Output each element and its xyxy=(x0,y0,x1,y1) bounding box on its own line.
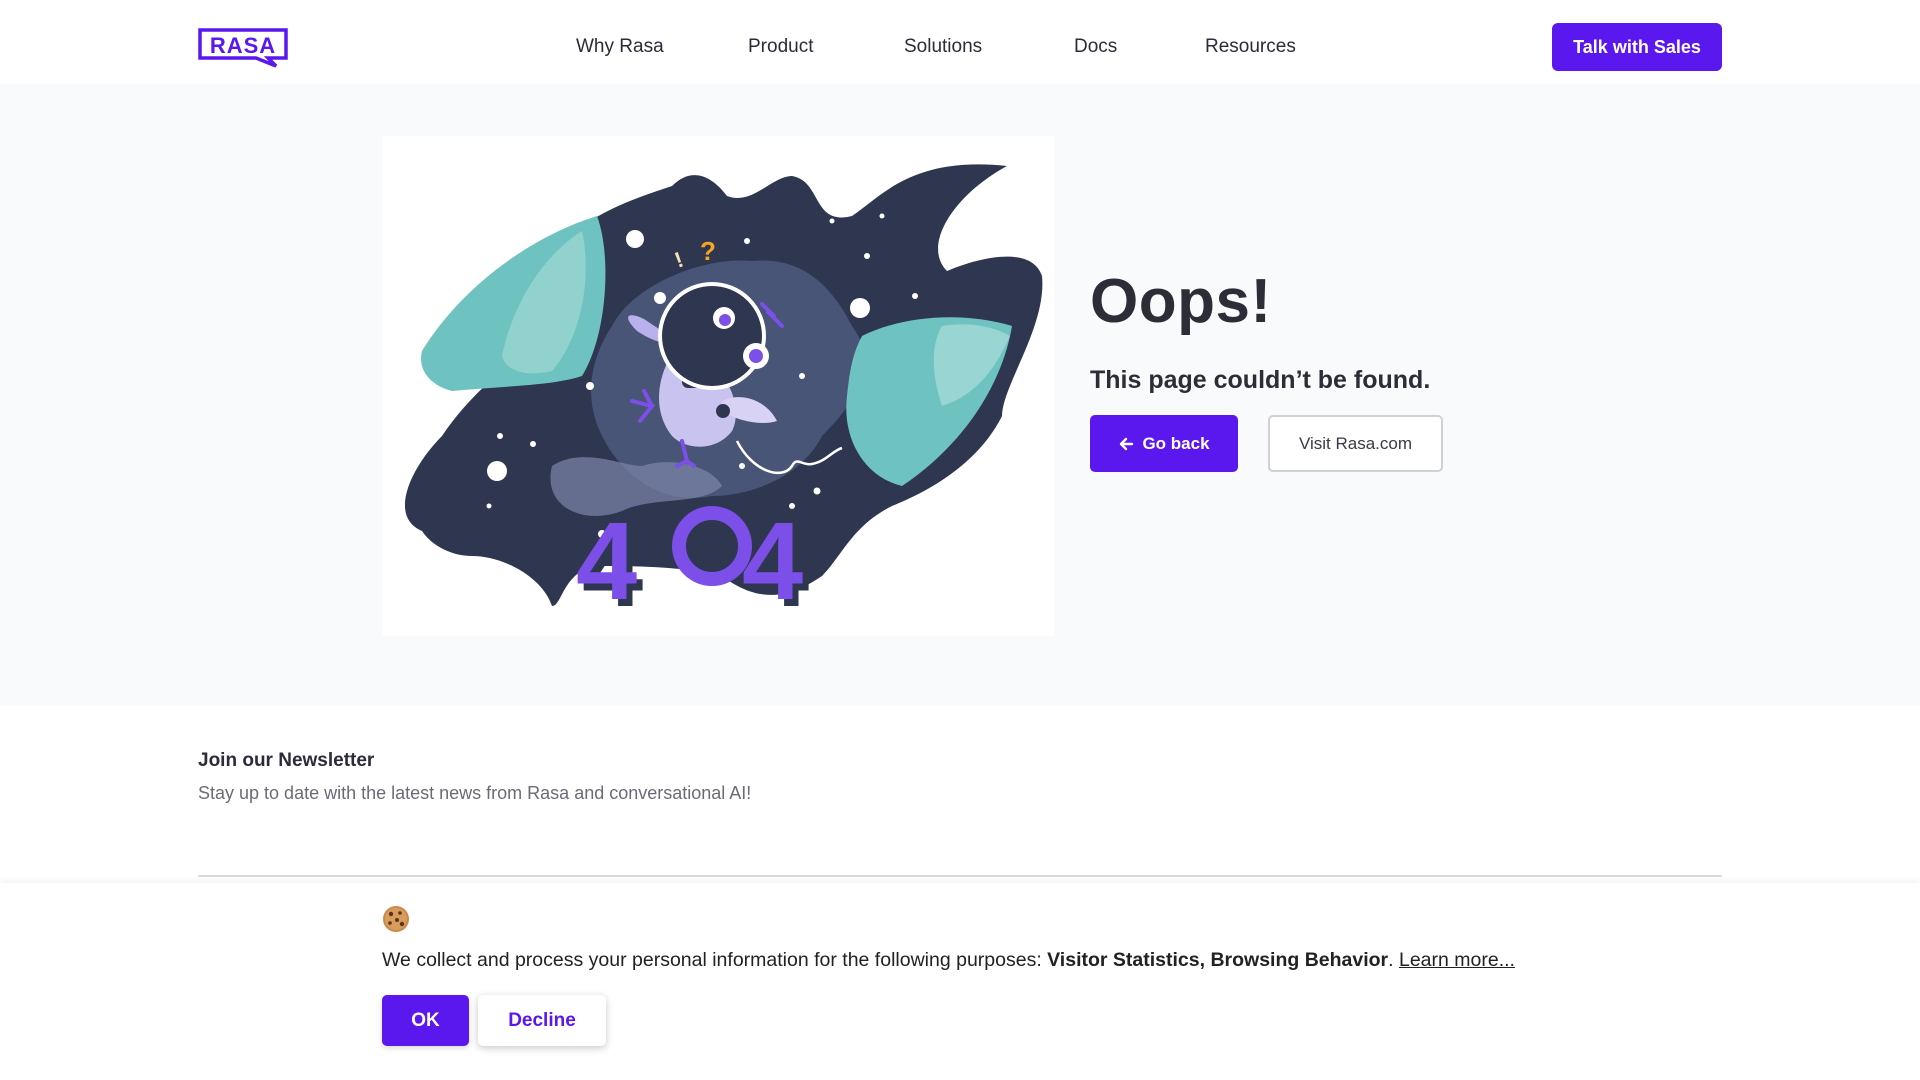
cookie-decline-button[interactable]: Decline xyxy=(478,995,606,1046)
cookie-text-prefix: We collect and process your personal inf… xyxy=(382,949,1048,971)
astronaut-404-illustration: ! ? 4 4 4 4 xyxy=(382,136,1054,636)
newsletter-title: Join our Newsletter xyxy=(198,750,375,771)
cookie-icon xyxy=(382,905,410,933)
cookie-banner: We collect and process your personal inf… xyxy=(0,883,1920,1080)
newsletter-subtitle: Stay up to date with the latest news fro… xyxy=(198,783,752,803)
svg-text:4: 4 xyxy=(742,500,803,623)
go-back-label: Go back xyxy=(1142,433,1210,453)
nav-why-rasa[interactable]: Why Rasa xyxy=(576,36,664,58)
cookie-message: We collect and process your personal inf… xyxy=(382,949,1515,972)
site-header: RASA Why Rasa Product Solutions Docs Res… xyxy=(0,0,1920,84)
cookie-ok-button[interactable]: OK xyxy=(382,995,469,1046)
error-title: Oops! xyxy=(1090,267,1272,336)
go-back-button[interactable]: Go back xyxy=(1090,415,1238,472)
learn-more-link[interactable]: Learn more... xyxy=(1399,949,1515,971)
arrow-left-icon xyxy=(1120,437,1134,450)
cookie-text-suffix: . xyxy=(1388,949,1399,971)
footer-divider xyxy=(198,875,1722,877)
visit-rasa-button[interactable]: Visit Rasa.com xyxy=(1268,415,1443,472)
talk-with-sales-button[interactable]: Talk with Sales xyxy=(1552,23,1722,71)
nav-solutions[interactable]: Solutions xyxy=(904,36,982,58)
svg-text:?: ? xyxy=(700,236,716,266)
cookie-purposes: Visitor Statistics, Browsing Behavior xyxy=(1047,949,1389,971)
svg-text:4: 4 xyxy=(576,500,637,623)
error-message: This page couldn’t be found. xyxy=(1090,366,1431,394)
nav-docs[interactable]: Docs xyxy=(1074,36,1117,58)
nav-product[interactable]: Product xyxy=(748,36,813,58)
nav-resources[interactable]: Resources xyxy=(1205,36,1296,58)
